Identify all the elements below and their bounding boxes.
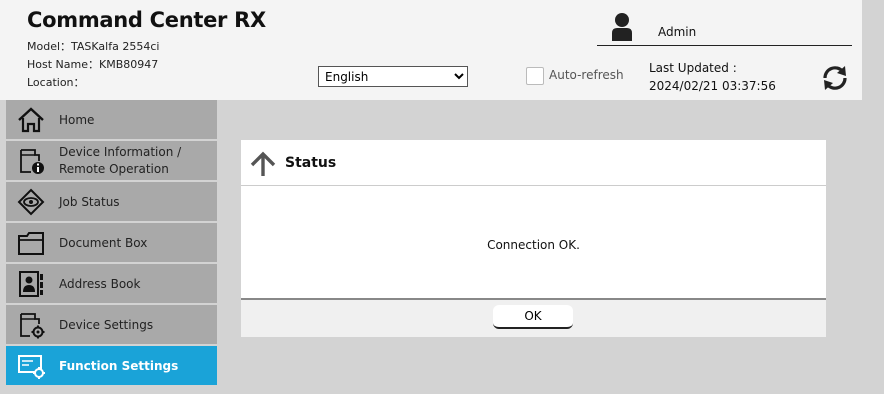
job-status-icon: [17, 188, 45, 216]
sidebar-item-job-status[interactable]: Job Status: [6, 182, 217, 223]
dialog-header: Status: [241, 140, 826, 186]
language-select[interactable]: English: [318, 66, 468, 87]
sidebar-item-label: Home: [59, 113, 95, 127]
function-settings-icon: [18, 355, 45, 379]
sidebar-item-label: Device Information / Remote Operation: [59, 144, 181, 178]
status-message: Connection OK.: [487, 238, 580, 252]
user-icon: [612, 13, 632, 41]
ok-button[interactable]: OK: [493, 305, 573, 329]
auto-refresh-label: Auto-refresh: [549, 68, 624, 82]
sidebar-item-label: Device Settings: [59, 318, 154, 332]
last-updated-value: 2024/02/21 03:37:56: [649, 79, 776, 93]
last-updated-label: Last Updated :: [649, 61, 737, 75]
auto-refresh-checkbox[interactable]: [526, 67, 544, 85]
sidebar-item-address-book[interactable]: Address Book: [6, 264, 217, 305]
dialog-footer: OK: [241, 298, 826, 337]
device-info-icon: [20, 149, 44, 174]
host-name-info: Host Name：KMB80947: [27, 58, 159, 71]
user-area[interactable]: Admin: [597, 8, 852, 46]
model-info: Model：TASKalfa 2554ci: [27, 40, 160, 53]
user-name: Admin: [658, 25, 697, 39]
home-icon: [18, 107, 44, 133]
sidebar: Home Device Information / Remote Operati…: [6, 100, 217, 394]
sidebar-item-label: Function Settings: [59, 359, 179, 373]
device-settings-icon: [20, 313, 45, 339]
location-info: Location：: [27, 76, 85, 89]
sidebar-item-document-box[interactable]: Document Box: [6, 223, 217, 264]
sidebar-item-home[interactable]: Home: [6, 100, 217, 141]
arrow-up-icon[interactable]: [249, 151, 277, 177]
sidebar-item-label: Document Box: [59, 236, 148, 250]
label-line-1: Device Information /: [59, 145, 182, 159]
address-book-icon: [19, 271, 43, 297]
document-box-icon: [18, 232, 44, 255]
refresh-icon[interactable]: [820, 63, 850, 93]
header: Command Center RX Model：TASKalfa 2554ci …: [0, 0, 862, 100]
status-dialog: Status Connection OK. OK: [241, 140, 826, 337]
label-line-2: Remote Operation: [59, 162, 169, 176]
sidebar-item-function-settings[interactable]: Function Settings: [6, 346, 217, 387]
app-title: Command Center RX: [27, 8, 266, 32]
sidebar-item-device-settings[interactable]: Device Settings: [6, 305, 217, 346]
sidebar-item-device-information[interactable]: Device Information / Remote Operation: [6, 141, 217, 182]
sidebar-item-label: Address Book: [59, 277, 141, 291]
dialog-title: Status: [285, 155, 337, 171]
sidebar-item-label: Job Status: [59, 195, 120, 209]
